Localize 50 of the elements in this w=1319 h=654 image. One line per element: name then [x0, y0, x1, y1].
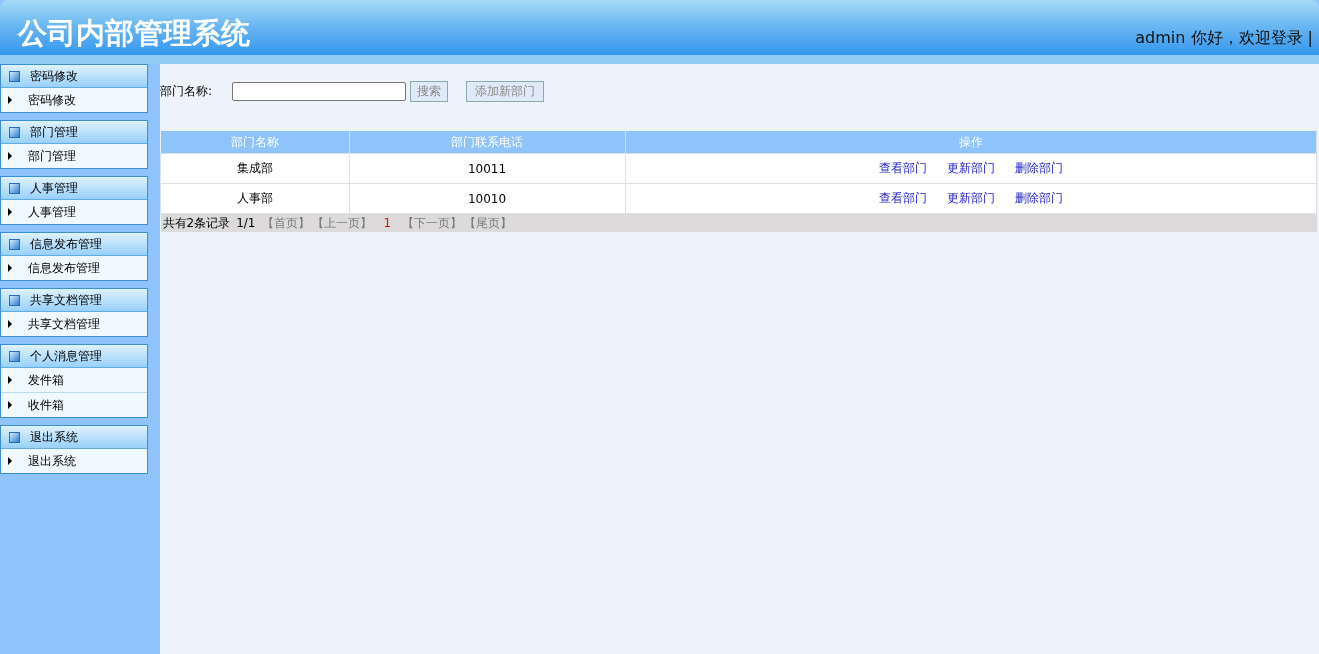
triangle-icon: [8, 401, 12, 409]
menu-group-header[interactable]: 共享文档管理: [1, 289, 147, 312]
menu-item[interactable]: 人事管理: [1, 200, 147, 224]
field-label: 部门名称:: [160, 82, 214, 100]
menu-item[interactable]: 退出系统: [1, 449, 147, 473]
user-greeting: admin 你好，欢迎登录 |: [1135, 28, 1313, 49]
menu-item[interactable]: 发件箱: [1, 368, 147, 392]
triangle-icon: [8, 457, 12, 465]
square-icon: [9, 294, 20, 306]
menu-group-header[interactable]: 退出系统: [1, 426, 147, 449]
triangle-icon: [8, 152, 12, 160]
triangle-icon: [8, 208, 12, 216]
column-header: 操作: [625, 131, 1317, 154]
menu-group-header[interactable]: 信息发布管理: [1, 233, 147, 256]
menu-item[interactable]: 收件箱: [1, 392, 147, 417]
square-icon: [9, 70, 20, 82]
action-link[interactable]: 更新部门: [946, 161, 995, 175]
menu-group-header[interactable]: 个人消息管理: [1, 345, 147, 368]
square-icon: [9, 350, 20, 362]
menu-group-header[interactable]: 人事管理: [1, 177, 147, 200]
action-link[interactable]: 更新部门: [946, 191, 995, 205]
action-link[interactable]: 查看部门: [878, 191, 927, 205]
table-cell: 人事部: [160, 183, 349, 214]
action-link[interactable]: 删除部门: [1014, 161, 1063, 175]
column-header: 部门联系电话: [349, 131, 625, 154]
triangle-icon: [8, 96, 12, 104]
table-cell: 10011: [349, 153, 625, 184]
action-link[interactable]: 删除部门: [1014, 191, 1063, 205]
pager-text: 1/1: [236, 215, 256, 230]
menu-item[interactable]: 信息发布管理: [1, 256, 147, 280]
menu-group-header[interactable]: 密码修改: [1, 65, 147, 88]
current-page: 1: [383, 215, 392, 230]
square-icon: [9, 182, 20, 194]
pager-text: 共有2条记录: [162, 215, 231, 230]
triangle-icon: [8, 320, 12, 328]
column-header: 部门名称: [160, 131, 349, 154]
square-icon: [9, 126, 20, 138]
department-name-field[interactable]: [232, 81, 406, 101]
square-icon: [9, 238, 20, 250]
menu-item[interactable]: 共享文档管理: [1, 312, 147, 336]
menu-item[interactable]: 部门管理: [1, 144, 147, 168]
menu-group-header[interactable]: 部门管理: [1, 121, 147, 144]
table-cell: 10010: [349, 183, 625, 214]
triangle-icon: [8, 376, 12, 384]
action-link[interactable]: 查看部门: [878, 161, 927, 175]
table-cell: 集成部: [160, 153, 349, 184]
triangle-icon: [8, 264, 12, 272]
menu-item[interactable]: 密码修改: [1, 88, 147, 112]
app-title: 公司内部管理系统: [18, 15, 250, 51]
square-icon: [9, 431, 20, 443]
